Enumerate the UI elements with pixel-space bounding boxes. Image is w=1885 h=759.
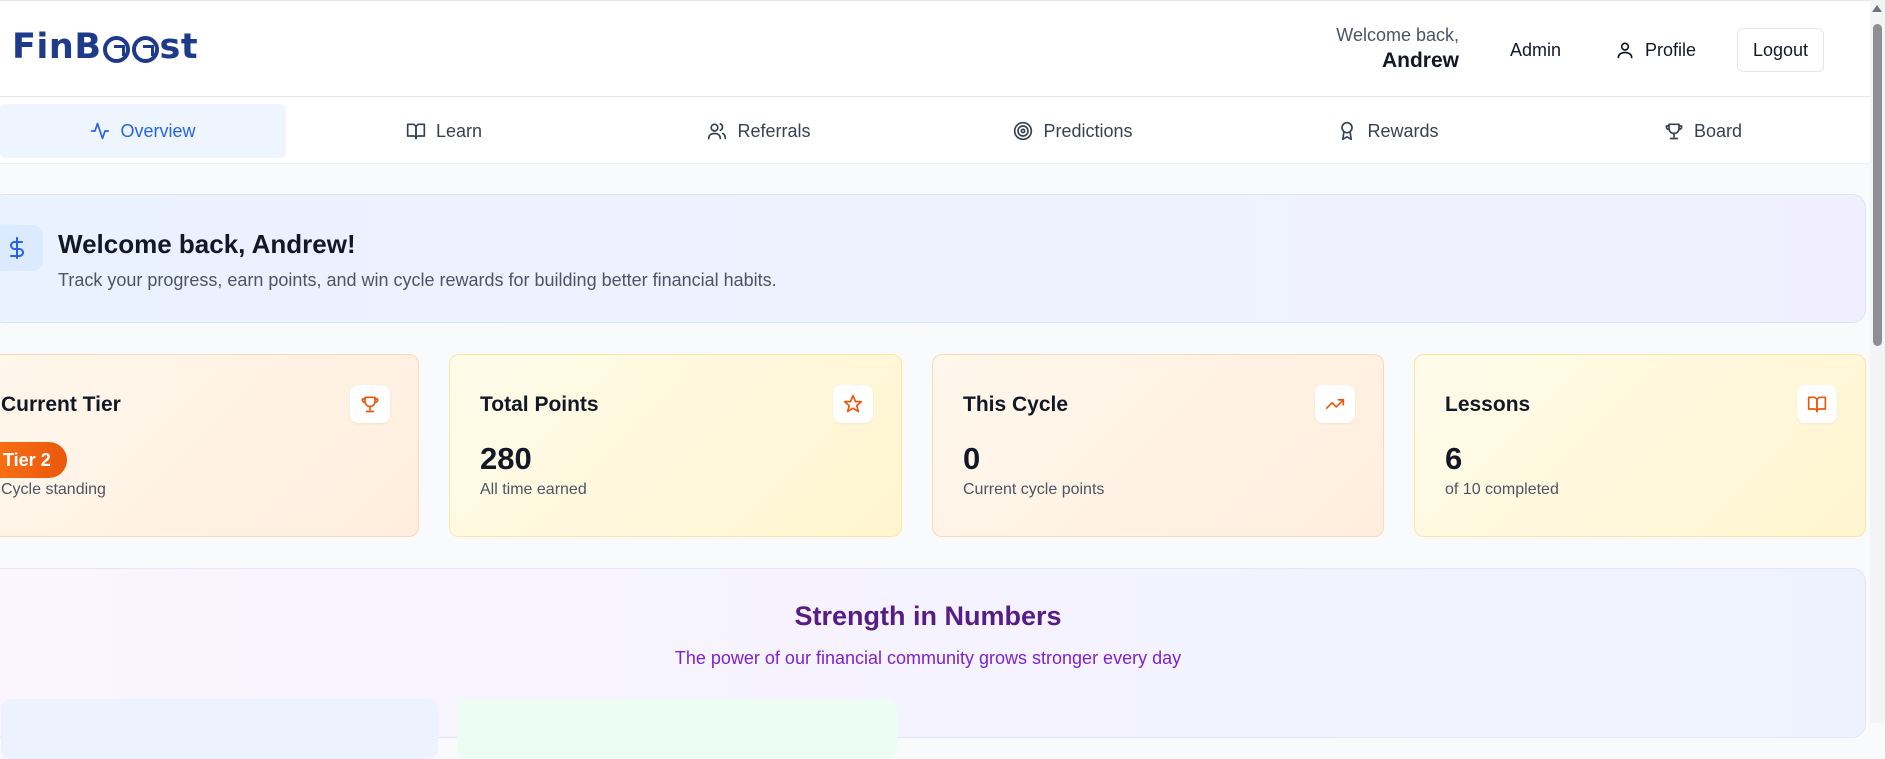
scrollbar-thumb[interactable] [1873, 24, 1882, 346]
tab-predictions[interactable]: Predictions [935, 104, 1211, 158]
profile-button[interactable]: Profile [1601, 28, 1710, 72]
card-subtitle: All time earned [480, 481, 587, 498]
profile-label: Profile [1645, 39, 1697, 60]
tab-referrals[interactable]: Referrals [621, 104, 897, 158]
card-title: Current Tier [1, 393, 121, 416]
card-title: Total Points [480, 393, 599, 416]
tab-label: Rewards [1367, 120, 1439, 141]
card-value: 6 [1445, 441, 1463, 476]
logo-o-icon [131, 35, 159, 63]
user-icon [1617, 42, 1633, 59]
banner-title: Welcome back, Andrew! [58, 229, 356, 259]
dollar-icon [0, 225, 43, 271]
card-value: 280 [480, 441, 532, 476]
card-title: Lessons [1445, 393, 1531, 416]
logout-button[interactable]: Logout [1737, 28, 1825, 72]
trending-up-icon [1315, 385, 1355, 423]
stat-card-current-tier: Current Tier Tier 2 Cycle standing [0, 354, 419, 537]
stat-card-total-points: Total Points 280 All time earned [449, 354, 902, 537]
user-name: Andrew [1381, 49, 1459, 72]
card-subtitle: of 10 completed [1445, 481, 1559, 498]
tab-label: Referrals [737, 120, 811, 141]
stat-card-this-cycle: This Cycle 0 Current cycle points [932, 354, 1384, 537]
finboost-logo[interactable]: FinB st [12, 27, 198, 67]
community-stat-card [457, 699, 897, 759]
card-title: This Cycle [963, 393, 1069, 416]
stat-card-lessons: Lessons 6 of 10 completed [1414, 354, 1866, 537]
tier-badge: Tier 2 [0, 442, 67, 478]
book-open-icon [406, 123, 426, 140]
strength-section: Strength in Numbers The power of our fin… [0, 568, 1866, 759]
book-open-icon [1797, 385, 1837, 423]
welcome-prefix: Welcome back, [1336, 25, 1459, 45]
activity-icon [91, 122, 110, 140]
tab-board[interactable]: Board [1565, 104, 1841, 158]
scroll-up-arrow-icon[interactable] [1872, 5, 1882, 12]
tab-overview[interactable]: Overview [0, 104, 286, 158]
logout-label: Logout [1753, 39, 1809, 60]
users-icon [708, 123, 727, 140]
community-stat-card [1, 699, 438, 759]
welcome-user-block: Welcome back, Andrew [1336, 25, 1459, 73]
tab-rewards[interactable]: Rewards [1250, 104, 1526, 158]
card-subtitle: Current cycle points [963, 481, 1105, 498]
card-value: 0 [963, 441, 981, 476]
tab-label: Overview [120, 120, 196, 141]
app-header: FinB st Welcome back, Andrew Admin Profil… [0, 0, 1870, 97]
logo-text-b: st [159, 27, 199, 67]
trophy-icon [1665, 123, 1683, 140]
logo-text-a: FinB [12, 27, 102, 67]
logo-o-icon [102, 35, 130, 63]
card-subtitle: Cycle standing [1, 481, 106, 498]
page-scrollbar[interactable] [1870, 0, 1885, 723]
strength-title: Strength in Numbers [794, 601, 1062, 631]
main-tabs: Overview Learn Referrals Predictions Rew… [0, 97, 1870, 164]
welcome-banner: Welcome back, Andrew! Track your progres… [0, 194, 1866, 323]
award-icon [1341, 121, 1354, 141]
tab-label: Predictions [1043, 120, 1133, 141]
tab-label: Board [1693, 120, 1743, 141]
star-icon [833, 385, 873, 423]
banner-subtitle: Track your progress, earn points, and wi… [58, 270, 777, 290]
tab-learn[interactable]: Learn [306, 104, 582, 158]
admin-button[interactable]: Admin [1496, 28, 1575, 72]
tab-label: Learn [435, 120, 483, 141]
target-icon [1014, 121, 1033, 141]
trophy-icon [350, 385, 390, 423]
strength-subtitle: The power of our financial community gro… [674, 648, 1182, 668]
admin-label: Admin [1510, 39, 1562, 60]
